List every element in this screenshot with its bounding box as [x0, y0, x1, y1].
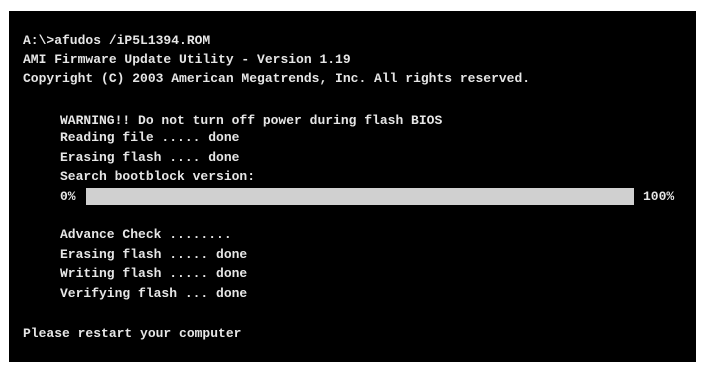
- writing-flash-status: Writing flash ..... done: [60, 266, 248, 281]
- dos-console-screen: A:\>afudos /iP5L1394.ROM AMI Firmware Up…: [9, 11, 696, 362]
- progress-bar: [86, 188, 634, 205]
- verifying-flash-status: Verifying flash ... done: [60, 286, 248, 301]
- copyright-text: Copyright (C) 2003 American Megatrends, …: [23, 71, 531, 86]
- progress-start-label: 0%: [60, 189, 76, 204]
- erasing-flash-status: Erasing flash .... done: [60, 150, 240, 165]
- restart-message: Please restart your computer: [23, 326, 242, 341]
- command-line: A:\>afudos /iP5L1394.ROM: [23, 33, 211, 48]
- search-bootblock-text: Search bootblock version:: [60, 169, 256, 184]
- progress-end-label: 100%: [643, 189, 675, 204]
- reading-file-status: Reading file ..... done: [60, 130, 240, 145]
- advance-check-status: Advance Check ........: [60, 227, 232, 242]
- utility-title: AMI Firmware Update Utility - Version 1.…: [23, 52, 351, 67]
- erasing-flash-status-2: Erasing flash ..... done: [60, 247, 248, 262]
- warning-text: WARNING!! Do not turn off power during f…: [60, 113, 443, 128]
- progress-bar-fill: [86, 188, 634, 205]
